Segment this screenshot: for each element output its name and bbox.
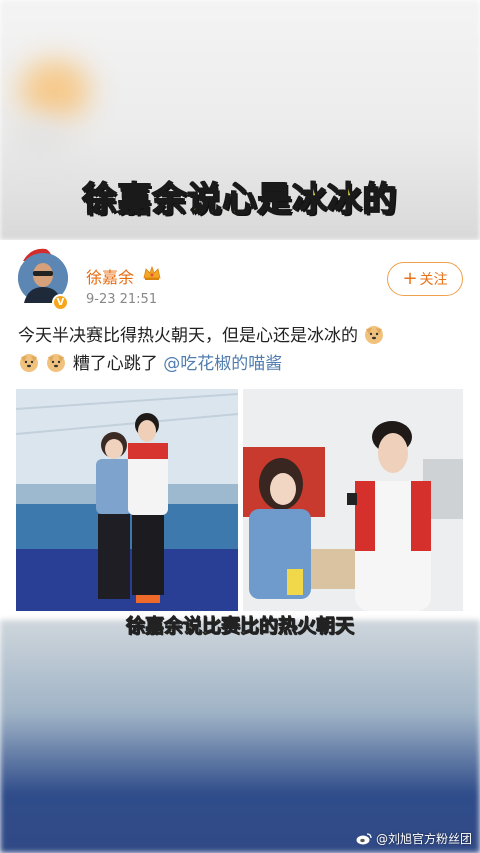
verified-badge-icon: V xyxy=(52,294,69,311)
video-subtitle: 徐嘉余说比赛比的热火朝天 xyxy=(125,614,355,637)
plus-icon: + xyxy=(402,268,418,289)
mention-link[interactable]: @吃花椒的喵酱 xyxy=(163,354,282,374)
follow-button[interactable]: + 关注 xyxy=(387,262,463,296)
blurred-shape xyxy=(10,120,70,160)
post-photo-pool[interactable] xyxy=(16,389,238,611)
video-title-banner: 徐嘉余说心是冰冰的 xyxy=(82,179,398,221)
doge-emoji-icon xyxy=(47,354,66,372)
interview-scene-illustration xyxy=(243,389,463,611)
pool-scene-illustration xyxy=(16,389,238,611)
watermark-text: @刘旭官方粉丝团 xyxy=(375,832,472,846)
post-timestamp: 9-23 21:51 xyxy=(86,292,158,307)
post-text-part1: 今天半决赛比得热火朝天，但是心还是冰冰的 xyxy=(18,326,358,346)
watermark: @刘旭官方粉丝团 xyxy=(356,830,472,847)
weibo-logo-icon xyxy=(356,833,372,845)
blurred-background-bottom xyxy=(0,620,480,853)
username[interactable]: 徐嘉余 xyxy=(86,264,134,288)
doge-emoji-icon xyxy=(365,326,384,344)
doge-emoji-icon xyxy=(20,354,38,372)
post-text-part2: 糟了心跳了 xyxy=(72,354,158,374)
blurred-shape xyxy=(20,60,90,120)
post-photo-interview[interactable] xyxy=(243,389,463,611)
post-text: 今天半决赛比得热火朝天，但是心还是冰冰的 糟了心跳了 @吃花椒的喵酱 xyxy=(18,322,458,378)
follow-button-label: 关注 xyxy=(419,272,448,288)
crown-icon xyxy=(143,265,161,280)
